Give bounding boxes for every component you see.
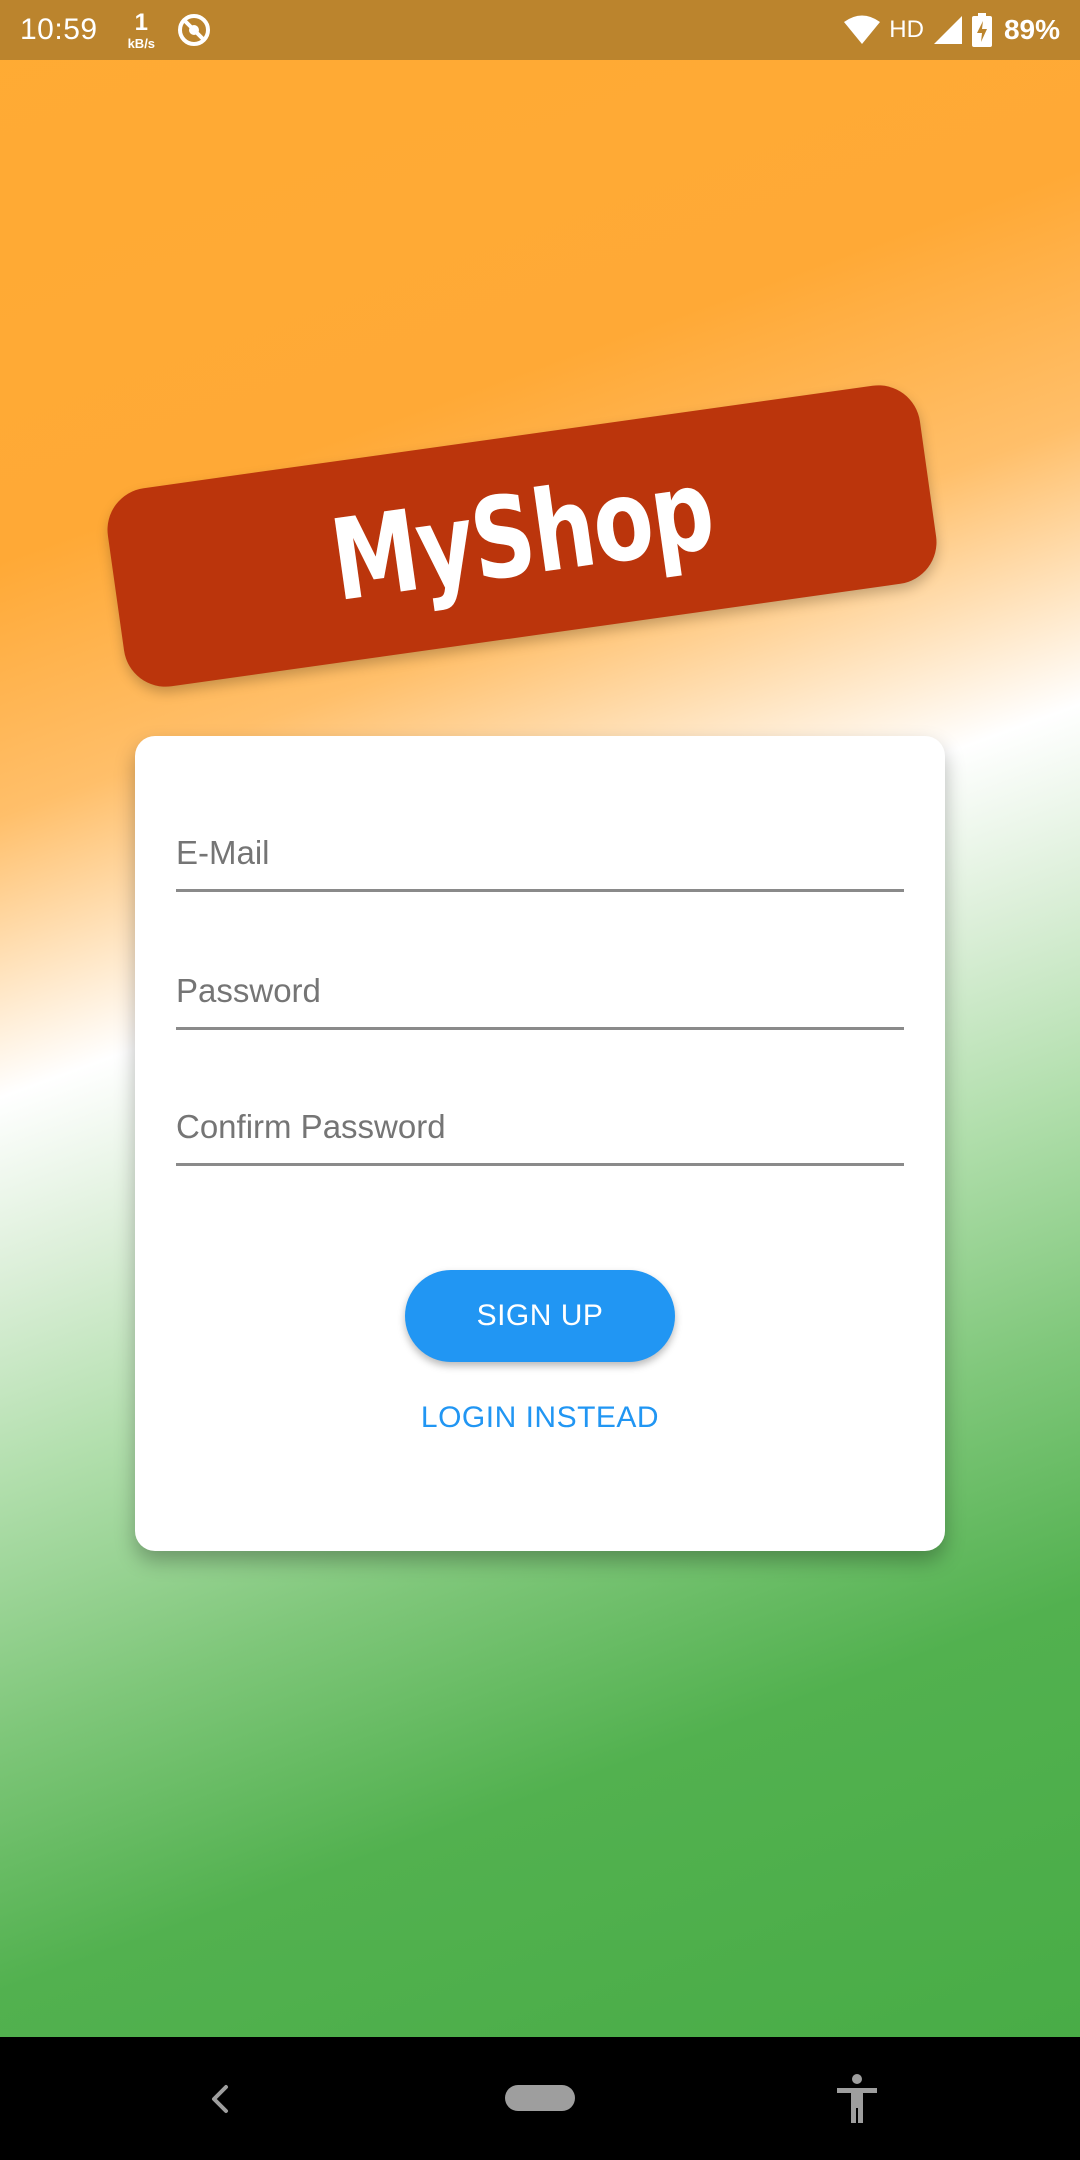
status-right-group: HD 89% bbox=[843, 13, 1060, 47]
confirm-password-placeholder: Confirm Password bbox=[176, 1108, 446, 1145]
app-logo-text: MyShop bbox=[323, 445, 721, 627]
back-icon[interactable] bbox=[200, 2079, 240, 2119]
wifi-icon bbox=[844, 15, 881, 44]
email-field[interactable]: E-Mail bbox=[176, 782, 904, 892]
signup-screen: 10:59 1 kB/s HD 89% MyShop E-Mail Passwo… bbox=[0, 0, 1080, 2160]
confirm-password-field[interactable]: Confirm Password bbox=[176, 1056, 904, 1166]
status-time: 10:59 bbox=[20, 13, 98, 46]
signup-button[interactable]: SIGN UP bbox=[405, 1270, 675, 1362]
battery-charging-icon bbox=[971, 13, 992, 47]
accessibility-icon[interactable] bbox=[834, 2073, 880, 2125]
auth-card: E-Mail Password Confirm Password SIGN UP… bbox=[135, 736, 945, 1551]
home-pill-icon[interactable] bbox=[505, 2085, 575, 2111]
network-type: HD bbox=[889, 16, 924, 43]
signal-icon bbox=[933, 16, 962, 44]
network-speed-value: 1 bbox=[134, 8, 148, 36]
password-field[interactable]: Password bbox=[176, 920, 904, 1030]
email-placeholder: E-Mail bbox=[176, 834, 270, 871]
password-placeholder: Password bbox=[176, 972, 321, 1009]
network-speed: 1 kB/s bbox=[127, 8, 156, 51]
dnd-icon bbox=[178, 14, 211, 46]
login-instead-button[interactable]: LOGIN INSTEAD bbox=[135, 1401, 945, 1435]
network-speed-unit: kB/s bbox=[127, 35, 156, 51]
status-bar: 10:59 1 kB/s HD 89% bbox=[0, 0, 1080, 60]
navigation-bar bbox=[0, 2037, 1080, 2160]
battery-percent: 89% bbox=[1003, 14, 1060, 45]
logo-badge: MyShop bbox=[102, 379, 942, 693]
